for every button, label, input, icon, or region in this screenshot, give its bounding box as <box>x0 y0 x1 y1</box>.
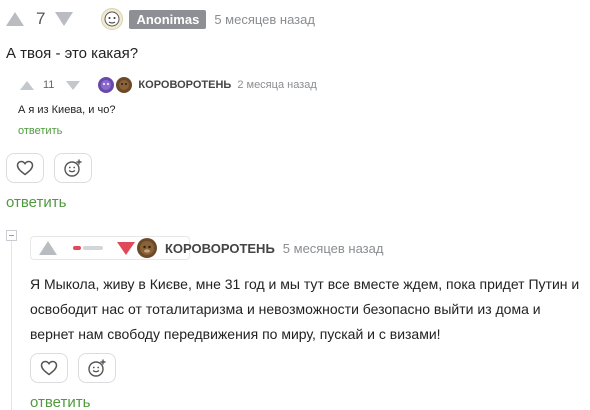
comment3-author-row: КОРОВОРОТЕНЬ 5 месяцев назад <box>137 237 383 259</box>
avatar[interactable] <box>98 77 115 93</box>
comment2-header: 11 КОРОВОРОТЕНЬ 2 месяца назад <box>20 77 317 93</box>
downvote-icon[interactable] <box>117 241 135 255</box>
comment3-author[interactable]: КОРОВОРОТЕНЬ <box>165 241 275 256</box>
emoji-add-icon <box>64 159 82 177</box>
comment2-text: А я из Киева, и чо? <box>18 104 116 116</box>
emoji-add-icon <box>88 359 106 377</box>
downvote-icon[interactable] <box>55 12 74 26</box>
avatar[interactable] <box>116 77 133 93</box>
avatar-cow-icon <box>140 241 154 255</box>
like-button[interactable] <box>30 353 68 383</box>
add-reaction-button[interactable] <box>54 153 92 183</box>
comment1-text: А твоя - это какая? <box>6 45 139 62</box>
comment3-text: Я Мыкола, живу в Києве, мне 31 год и мы … <box>30 276 580 342</box>
upvote-icon[interactable] <box>39 241 57 255</box>
add-reaction-button[interactable] <box>78 353 116 383</box>
comment1-header: 7 Anonimas 5 месяцев назад <box>6 8 315 30</box>
avatar-face-icon <box>104 11 120 27</box>
comment1-actions <box>6 153 92 183</box>
avatar-purple-icon <box>101 80 112 90</box>
comment1-reply-link[interactable]: ответить <box>6 194 66 211</box>
comment3-reply-link[interactable]: ответить <box>30 394 90 410</box>
comment3-time[interactable]: 5 месяцев назад <box>283 241 384 256</box>
comment2-reply-link[interactable]: ответить <box>18 125 62 137</box>
comment2-time[interactable]: 2 месяца назад <box>237 79 316 91</box>
comment1-author[interactable]: Anonimas <box>129 9 207 29</box>
avatar-cow-icon <box>119 80 130 90</box>
comment2-author[interactable]: КОРОВОРОТЕНЬ <box>138 79 231 91</box>
heart-icon <box>16 160 34 176</box>
collapse-icon[interactable] <box>6 230 17 241</box>
avatar[interactable] <box>137 238 157 258</box>
upvote-icon[interactable] <box>6 12 24 26</box>
rating-balance-bar <box>73 246 103 250</box>
avatar[interactable] <box>101 8 124 30</box>
downvote-icon[interactable] <box>66 80 81 90</box>
upvote-icon[interactable] <box>20 80 34 90</box>
thread-line <box>11 236 12 410</box>
rating-balance-negative <box>73 246 81 250</box>
rating-balance-positive <box>83 246 103 250</box>
like-button[interactable] <box>6 153 44 183</box>
heart-icon <box>40 360 58 376</box>
comment1-rating: 7 <box>36 9 46 28</box>
comment2-rating: 11 <box>43 79 55 91</box>
comment3-actions <box>30 353 116 383</box>
comment1-time[interactable]: 5 месяцев назад <box>214 12 315 27</box>
